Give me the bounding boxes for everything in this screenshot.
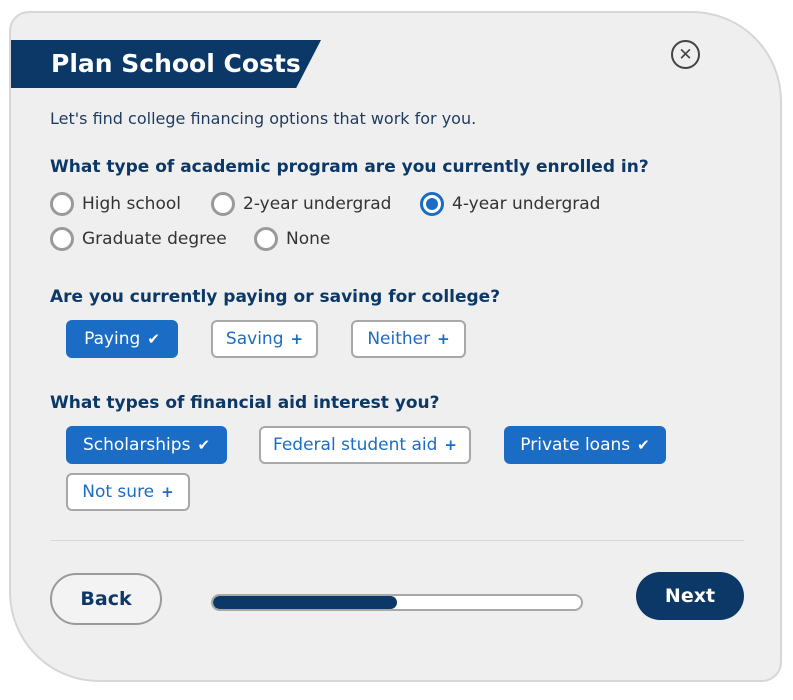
financial-aid-question: What types of financial aid interest you… xyxy=(50,393,440,413)
close-icon: ✕ xyxy=(678,44,693,65)
chip-private-loans[interactable]: Private loans ✔ xyxy=(504,426,666,464)
chip-label: Neither xyxy=(367,329,431,349)
chip-not-sure[interactable]: Not sure + xyxy=(66,473,190,511)
plus-icon: + xyxy=(161,483,174,501)
radio-circle xyxy=(50,227,74,251)
radio-label: High school xyxy=(82,194,181,214)
radio-label: None xyxy=(286,229,331,249)
chip-scholarships[interactable]: Scholarships ✔ xyxy=(66,426,227,464)
intro-text: Let's find college financing options tha… xyxy=(50,109,477,128)
page-title: Plan School Costs xyxy=(11,40,321,88)
radio-label: Graduate degree xyxy=(82,229,227,249)
radio-circle-selected xyxy=(420,192,444,216)
checkmark-icon: ✔ xyxy=(637,436,650,454)
chip-label: Not sure xyxy=(82,482,155,502)
radio-high-school[interactable]: High school xyxy=(50,192,181,216)
dialog-card: Plan School Costs ✕ Let's find college f… xyxy=(9,11,782,682)
radio-4-year-undergrad[interactable]: 4-year undergrad xyxy=(420,192,600,216)
progress-bar xyxy=(211,594,583,611)
chip-paying[interactable]: Paying ✔ xyxy=(66,320,178,358)
checkmark-icon: ✔ xyxy=(147,330,160,348)
radio-none[interactable]: None xyxy=(254,227,330,251)
radio-2-year-undergrad[interactable]: 2-year undergrad xyxy=(211,192,391,216)
radio-circle xyxy=(50,192,74,216)
chip-label: Saving xyxy=(225,329,284,349)
chip-label: Paying xyxy=(84,329,141,349)
radio-label: 2-year undergrad xyxy=(243,194,392,214)
chip-saving[interactable]: Saving + xyxy=(211,320,318,358)
radio-graduate-degree[interactable]: Graduate degree xyxy=(50,227,227,251)
checkmark-icon: ✔ xyxy=(197,436,211,454)
program-question: What type of academic program are you cu… xyxy=(50,157,649,177)
radio-circle xyxy=(211,192,235,216)
plus-icon: + xyxy=(444,436,457,454)
chip-label: Scholarships xyxy=(82,435,191,455)
plus-icon: + xyxy=(437,330,450,348)
plus-icon: + xyxy=(290,330,304,348)
divider xyxy=(50,540,744,541)
chip-neither[interactable]: Neither + xyxy=(351,320,466,358)
radio-label: 4-year undergrad xyxy=(452,194,601,214)
radio-circle xyxy=(254,227,278,251)
paying-saving-question: Are you currently paying or saving for c… xyxy=(50,287,501,307)
chip-label: Private loans xyxy=(520,435,631,455)
chip-federal-student-aid[interactable]: Federal student aid + xyxy=(259,426,471,464)
close-button[interactable]: ✕ xyxy=(671,40,700,69)
back-button[interactable]: Back xyxy=(50,573,162,625)
chip-label: Federal student aid xyxy=(273,435,438,455)
progress-bar-fill xyxy=(213,596,397,609)
next-button[interactable]: Next xyxy=(636,572,744,620)
